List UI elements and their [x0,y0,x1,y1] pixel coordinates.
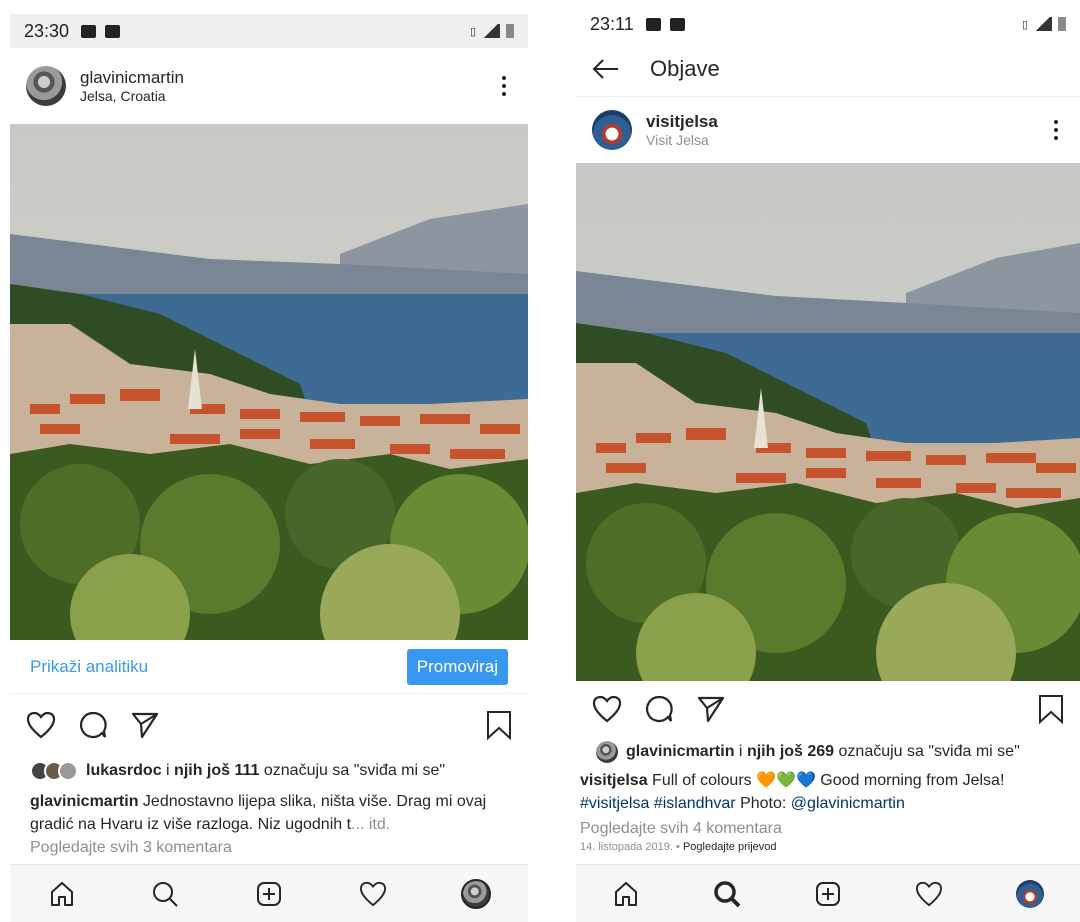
status-time: 23:11 [590,13,634,34]
like-heart-icon[interactable] [26,711,56,739]
mention-link[interactable]: @glavinicmartin [791,795,905,812]
page-title: Objave [650,55,720,81]
likes-suffix: označuju sa "sviđa mi se" [259,762,446,779]
share-direct-icon[interactable] [130,710,160,740]
home-icon[interactable] [606,874,646,914]
caption-more-link[interactable]: ... itd. [351,816,390,833]
jelsa-landscape-image [576,163,1080,681]
vibrate-icon: ▯ [1021,18,1028,31]
post-meta: 14. listopada 2019. • Pogledajte prijevo… [576,841,1080,853]
profile-avatar[interactable] [1010,874,1050,914]
avatar[interactable] [592,110,632,150]
status-bar: 23:30 ▯ [10,14,528,48]
share-direct-icon[interactable] [696,694,726,724]
meta-separator: • [672,841,683,853]
likes-row[interactable]: lukasrdoc i njih još 111 označuju sa "sv… [10,756,528,786]
activity-heart-icon[interactable] [909,874,949,914]
search-icon[interactable] [707,874,747,914]
save-bookmark-icon[interactable] [1038,694,1064,724]
business-bar: Prikaži analitiku Promoviraj [10,640,528,694]
youtube-notification-icon [105,24,121,38]
username[interactable]: visitjelsa [646,112,718,132]
likes-row[interactable]: glavinicmartin i njih još 269 označuju s… [576,737,1080,767]
home-icon[interactable] [42,874,82,914]
location[interactable]: Jelsa, Croatia [80,88,184,104]
bottom-navigation [10,864,528,922]
likes-count[interactable]: njih još 111 [174,762,259,779]
activity-heart-icon[interactable] [353,874,393,914]
post-author: glavinicmartin Jelsa, Croatia [80,68,184,104]
action-row [10,694,528,756]
post-photo[interactable] [10,124,528,640]
post-header: visitjelsa Visit Jelsa [576,97,1080,163]
bottom-navigation [576,864,1080,922]
battery-icon [1058,17,1066,31]
action-row [576,681,1080,737]
liker-avatar [596,741,618,763]
save-bookmark-icon[interactable] [486,710,512,740]
username[interactable]: glavinicmartin [80,68,184,88]
post-author: visitjelsa Visit Jelsa [646,112,718,148]
comment-icon[interactable] [78,710,108,740]
account-subtitle: Visit Jelsa [646,132,709,148]
post-caption: visitjelsa Full of colours 🧡💚💙 Good morn… [576,769,1080,815]
new-post-icon[interactable] [808,874,848,914]
search-icon[interactable] [145,874,185,914]
more-options-icon[interactable] [1048,116,1064,144]
post-header: glavinicmartin Jelsa, Croatia [10,48,528,124]
caption-username[interactable]: visitjelsa [580,772,648,789]
view-comments-link[interactable]: Pogledajte svih 4 komentara [576,817,1080,840]
jelsa-landscape-image [10,124,528,640]
hashtags[interactable]: #visitjelsa #islandhvar [580,795,736,812]
caption-username[interactable]: glavinicmartin [30,793,138,810]
gallery-notification-icon [645,17,661,31]
back-arrow-icon[interactable] [592,58,620,80]
promote-button[interactable]: Promoviraj [406,648,508,685]
status-icons: ▯ [1022,17,1066,31]
see-translation-link[interactable]: Pogledajte prijevod [683,841,777,853]
view-insights-link[interactable]: Prikaži analitiku [30,657,148,677]
like-heart-icon[interactable] [592,695,622,723]
battery-icon [506,24,514,38]
gallery-notification-icon [81,24,97,38]
vibrate-icon: ▯ [469,25,476,38]
likes-suffix: označuju sa "sviđa mi se" [834,743,1020,760]
caption-text-2: Good morning from Jelsa! [815,772,1005,789]
status-icons: ▯ [470,24,514,38]
status-bar: 23:11 ▯ [576,7,1080,41]
post-caption: glavinicmartin Jednostavno lijepa slika,… [10,790,528,836]
profile-avatar[interactable] [456,874,496,914]
youtube-notification-icon [669,17,685,31]
view-comments-link[interactable]: Pogledajte svih 3 komentara [10,836,528,859]
post-photo[interactable] [576,163,1080,681]
status-time: 23:30 [24,20,70,41]
more-options-icon[interactable] [496,72,512,100]
liker-username[interactable]: glavinicmartin [626,743,734,760]
avatar[interactable] [26,66,66,106]
left-phone-screen: 23:30 ▯ glavinicmartin Jelsa, Croatia Pr… [10,0,528,922]
likes-connector: i [734,743,747,760]
liker-username[interactable]: lukasrdoc [86,762,162,779]
top-header: Objave [576,41,1080,97]
post-date: 14. listopada 2019. [580,841,673,853]
likes-connector: i [161,762,175,779]
likes-count[interactable]: njih još 269 [747,743,834,760]
caption-text: Full of colours [647,772,757,789]
hearts-emoji: 🧡💚💙 [756,772,816,789]
comment-icon[interactable] [644,694,674,724]
right-phone-screen: 23:11 ▯ Objave visitjelsa Visit Jelsa gl… [576,0,1080,922]
photo-credit-prefix: Photo: [735,795,791,812]
liker-avatars [30,761,78,781]
new-post-icon[interactable] [249,874,289,914]
signal-icon [1034,17,1052,31]
signal-icon [482,24,500,38]
